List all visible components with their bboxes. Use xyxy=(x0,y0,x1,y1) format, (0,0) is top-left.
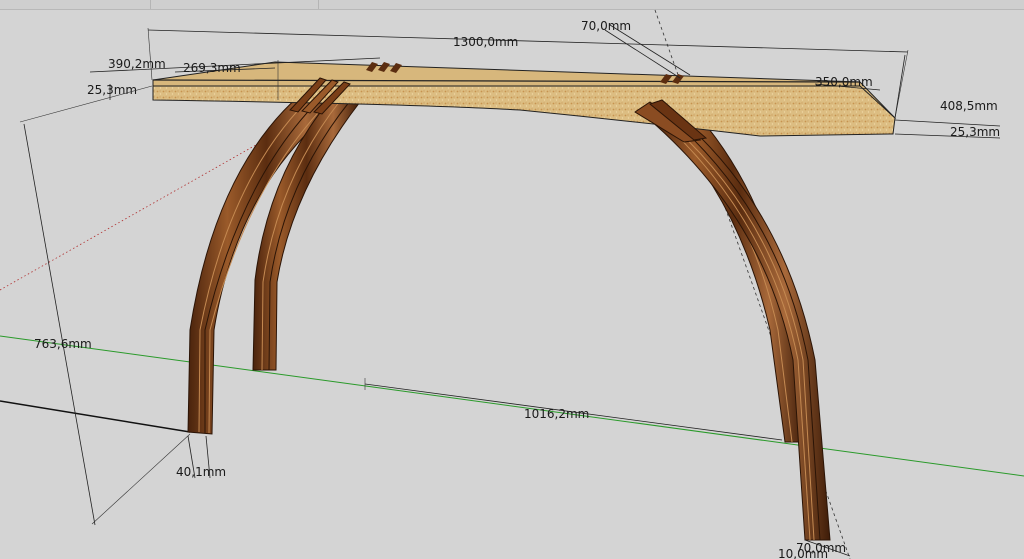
dim-label-height: 763,6mm xyxy=(34,337,92,351)
dim-label-foot-depth: 10,0mm xyxy=(778,547,828,559)
dim-thickness-right[interactable]: 25,3mm xyxy=(894,119,1000,139)
dim-leg-thickness[interactable]: 40,1mm xyxy=(176,435,226,479)
dim-thickness-left[interactable]: 25,3mm xyxy=(87,83,137,100)
model-viewport[interactable]: 1300,0mm 390,2mm 269,3mm 25,3mm 70,0mm 3… xyxy=(0,0,1024,559)
dim-height[interactable]: 763,6mm xyxy=(19,85,191,526)
black-axis-line xyxy=(0,400,191,433)
dim-top-depth-right2[interactable]: 408,5mm xyxy=(894,54,998,119)
dim-leg-span[interactable]: 1016,2mm xyxy=(364,378,783,441)
green-axis xyxy=(0,335,1024,477)
dim-label-leg-thickness: 40,1mm xyxy=(176,465,226,479)
dim-label-length: 1300,0mm xyxy=(453,35,518,49)
dim-foot[interactable]: 70,0mm 10,0mm xyxy=(778,539,851,559)
dim-label-depth-left: 390,2mm xyxy=(108,57,166,71)
dim-top-depth-right[interactable]: 350,0mm xyxy=(814,75,881,91)
dim-label-thickness-right: 25,3mm xyxy=(950,125,1000,139)
dim-label-slat: 70,0mm xyxy=(581,19,631,33)
dim-label-inset: 269,3mm xyxy=(183,61,241,75)
dim-label-thickness-left: 25,3mm xyxy=(87,83,137,97)
table-top[interactable] xyxy=(152,61,897,137)
dim-label-depth-right2: 408,5mm xyxy=(940,99,998,113)
dim-slat-width[interactable]: 70,0mm xyxy=(581,19,691,79)
dim-label-span: 1016,2mm xyxy=(524,407,589,421)
table-top-edge xyxy=(152,85,896,137)
dim-label-depth-right: 350,0mm xyxy=(815,75,873,89)
